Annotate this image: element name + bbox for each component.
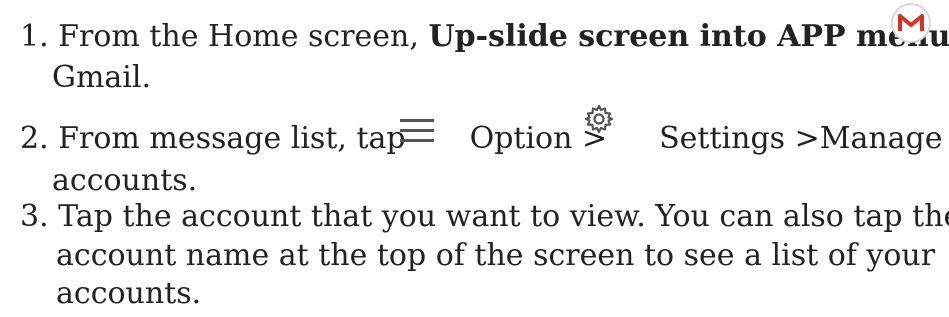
step-3-line-2: account name at the top of the screen to…: [56, 238, 936, 273]
step-1-line-2: Gmail.: [52, 60, 152, 95]
step-1-number: 1.: [20, 19, 49, 54]
menu-icon: [400, 119, 434, 142]
step-3-text: Tap the account that you want to view. Y…: [58, 199, 949, 234]
step-1-bold-text: Up-slide screen into APP menu: [428, 19, 949, 54]
gmail-icon: [891, 3, 931, 43]
gear-icon: [584, 104, 614, 134]
step-2-text-c: Settings >Manage: [659, 121, 943, 156]
step-3-number: 3.: [20, 199, 49, 234]
step-2-number: 2.: [20, 121, 49, 156]
step-2-line-1: 2. From message list, tap Option > Setting…: [20, 120, 943, 158]
step-2-line-2: accounts.: [52, 163, 198, 198]
step-3-line-3: accounts.: [56, 276, 202, 311]
step-1-text: From the Home screen,: [58, 19, 429, 54]
step-3-line-1: 3. Tap the account that you want to view…: [20, 198, 949, 236]
step-2-text-a: From message list, tap: [58, 121, 406, 156]
step-1-line-1: 1. From the Home screen, Up-slide screen…: [20, 18, 949, 56]
